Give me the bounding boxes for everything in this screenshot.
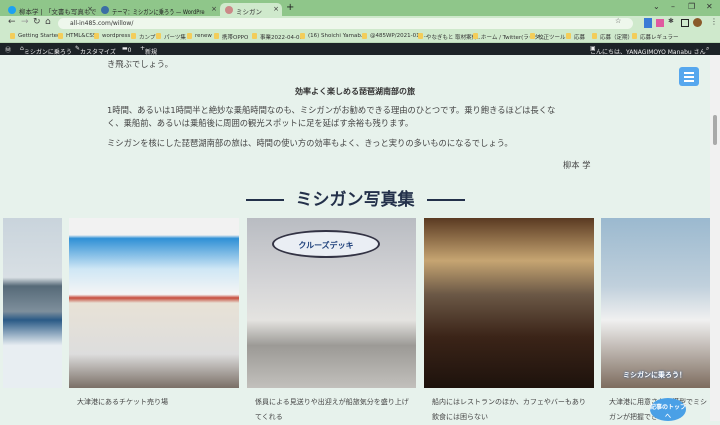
article-text: く、乗船前、あるいは乗船後に周囲の観光スポットに足を延ばす余裕も残ります。 <box>107 118 414 128</box>
section-heading: 効率よく楽しめる琵琶湖南部の旅 <box>295 87 415 96</box>
author-name: 柳本 学 <box>563 160 591 170</box>
gallery-title: ミシガン写真集 <box>0 185 710 210</box>
back-to-top-label: 記事のトップへ <box>650 404 687 420</box>
scrollbar-thumb[interactable] <box>713 115 717 145</box>
gallery-photo-ticket-office[interactable] <box>69 218 239 388</box>
menu-kebab-icon[interactable]: ⋮ <box>710 17 718 26</box>
back-to-top-button[interactable]: 記事のトップへ <box>650 398 686 421</box>
sign-text: クルーズデッキ <box>298 241 354 250</box>
gallery-title-text: ミシガン写真集 <box>295 190 415 210</box>
hamburger-menu-button[interactable] <box>679 67 699 86</box>
gallery-photo-lake[interactable] <box>3 218 62 388</box>
scrollbar[interactable] <box>710 55 720 421</box>
cruise-deck-sign: クルーズデッキ <box>272 230 380 258</box>
photo-caption: 大津港にあるチケット売り場 <box>77 398 168 406</box>
page-content: き飛ぶでしょう。 効率よく楽しめる琵琶湖南部の旅 1時間、あるいは1時間半と絶妙… <box>0 0 710 421</box>
article-text: ミシガンを核にした琵琶湖南部の旅は、時間の使い方の効率もよく、きっと実りの多いも… <box>107 138 513 148</box>
photo-label: ミシガンに乗ろう！ <box>623 371 686 379</box>
gallery-photo-model[interactable]: ミシガンに乗ろう！ <box>601 218 710 388</box>
article-text: き飛ぶでしょう。 <box>107 59 173 69</box>
article-text: 1時間、あるいは1時間半と絶妙な乗船時間なのも、ミシガンがお勧めできる理由のひと… <box>107 105 556 115</box>
gallery-photo-restaurant[interactable] <box>424 218 594 388</box>
gallery-photo-cruise-deck[interactable]: クルーズデッキ <box>247 218 416 388</box>
